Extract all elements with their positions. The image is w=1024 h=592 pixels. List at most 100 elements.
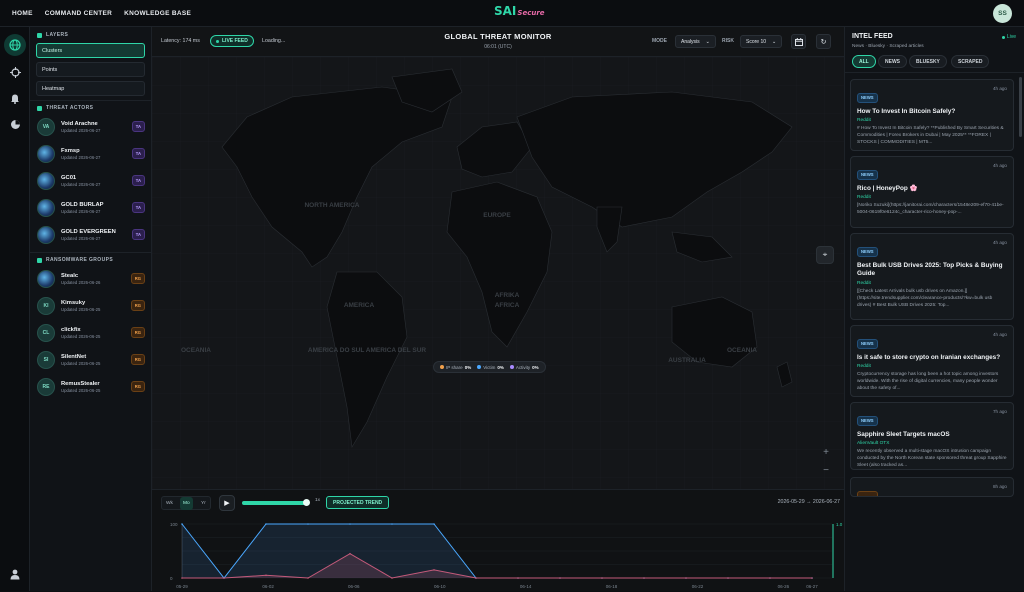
projected-trend-button[interactable]: PROJECTED TREND bbox=[326, 496, 390, 509]
card-body: We recently observed a multi-stage macOS… bbox=[857, 449, 1007, 469]
top-bar: HOME COMMAND CENTER KNOWLEDGE BASE SAISe… bbox=[0, 0, 1024, 27]
timeline-panel: Wk Mo Yr ▶ 1x PROJECTED TREND 2026-05-29… bbox=[152, 489, 844, 591]
nav-knowledge-base[interactable]: KNOWLEDGE BASE bbox=[124, 10, 191, 17]
feed-card[interactable]: NEWS 8h ago bbox=[850, 477, 1014, 497]
item-text: GOLD EVERGREEN Updated 2026-06-27 bbox=[61, 229, 132, 241]
slider-handle[interactable] bbox=[303, 499, 310, 506]
filter-all[interactable]: ALL bbox=[852, 55, 876, 68]
legend-label: Activity bbox=[515, 364, 531, 370]
layers-icon bbox=[37, 32, 42, 38]
mode-select[interactable]: Analysis ⌄ bbox=[675, 35, 716, 48]
layer-points[interactable]: Points bbox=[36, 62, 145, 77]
threat-actor-item[interactable]: Fxmsp Updated 2026-06-27 TA bbox=[30, 140, 151, 167]
y-tick-label: 0 bbox=[170, 576, 173, 581]
activity-chart[interactable]: 100 005-29 06-02 06-06 06-10 06-14 06-18 06-22 0… bbox=[152, 514, 844, 592]
feed-card[interactable]: NEWS 4h ago Rico | HoneyPop 🌸 Reddit [Noriko… bbox=[850, 156, 1014, 228]
map-label-afrika: AFRIKA bbox=[495, 292, 520, 299]
item-updated: Updated 2026-06-27 bbox=[61, 154, 101, 160]
ransomware-group-item[interactable]: Stealc Updated 2026-06-26 RG bbox=[30, 265, 151, 292]
period-week[interactable]: Wk bbox=[163, 497, 176, 510]
calendar-button[interactable] bbox=[791, 34, 806, 49]
x-tick-label: 06-06 bbox=[348, 584, 360, 589]
threat-actor-item[interactable]: GOLD BURLAP Updated 2026-06-27 TA bbox=[30, 194, 151, 221]
period-month[interactable]: Mo bbox=[180, 497, 193, 510]
data-point bbox=[811, 577, 813, 579]
crosshair-icon[interactable] bbox=[8, 65, 22, 79]
threat-actor-item[interactable]: GC01 Updated 2026-06-27 TA bbox=[30, 167, 151, 194]
data-point bbox=[769, 577, 771, 579]
item-updated: Updated 2026-06-26 bbox=[61, 279, 101, 285]
mode-label: MODE bbox=[652, 38, 667, 44]
ransomware-group-item[interactable]: SI SilentNet Updated 2026-06-25 RG bbox=[30, 346, 151, 373]
item-updated: Updated 2026-06-27 bbox=[61, 127, 101, 133]
data-point bbox=[265, 574, 267, 577]
filter-bluesky[interactable]: BLUESKY bbox=[909, 55, 947, 68]
filter-news[interactable]: NEWS bbox=[878, 55, 907, 68]
divider bbox=[30, 100, 151, 101]
card-source: Reddit bbox=[857, 195, 871, 201]
feed-title: INTEL FEED bbox=[852, 33, 893, 40]
threat-actor-item[interactable]: GOLD EVERGREEN Updated 2026-06-27 TA bbox=[30, 221, 151, 248]
item-updated: Updated 2026-06-27 bbox=[61, 235, 101, 241]
ransomware-group-item[interactable]: KI Kimsuky Updated 2026-06-25 RG bbox=[30, 292, 151, 319]
refresh-button[interactable]: ↻ bbox=[816, 34, 831, 49]
zoom-in-button[interactable]: + bbox=[819, 447, 833, 461]
period-year[interactable]: Yr bbox=[198, 497, 209, 510]
feed-card[interactable]: NEWS 4h ago How To Invest In Bitcoin Safel… bbox=[850, 79, 1014, 151]
ransomware-group-item[interactable]: CL clickfix Updated 2026-06-25 RG bbox=[30, 319, 151, 346]
item-name: GOLD BURLAP bbox=[61, 201, 104, 208]
nav-home[interactable]: HOME bbox=[12, 10, 33, 17]
filter-scraped[interactable]: SCRAPED bbox=[951, 55, 990, 68]
item-tag: TA bbox=[131, 121, 145, 132]
layer-clusters[interactable]: Clusters bbox=[36, 43, 145, 58]
card-time: 4h ago bbox=[992, 332, 1007, 337]
data-point bbox=[517, 577, 519, 579]
chart-pie-icon[interactable] bbox=[8, 117, 22, 131]
feed-card[interactable]: NEWS 4h ago Is it safe to store crypto on … bbox=[850, 325, 1014, 397]
data-point bbox=[307, 577, 309, 579]
item-name: Kimsuky bbox=[61, 299, 86, 306]
data-point bbox=[391, 577, 393, 579]
layer-heatmap[interactable]: Heatmap bbox=[36, 81, 145, 96]
news-badge: NEWS bbox=[857, 415, 878, 426]
timeline-slider[interactable] bbox=[242, 501, 306, 505]
legend-value: 0% bbox=[464, 364, 472, 370]
user-avatar[interactable]: SS bbox=[993, 4, 1012, 23]
nav-command-center[interactable]: COMMAND CENTER bbox=[45, 10, 112, 17]
left-panel: LAYERS Clusters Points Heatmap THREAT AC… bbox=[30, 27, 152, 591]
zoom-out-button[interactable]: − bbox=[819, 465, 833, 479]
legend-dot-icon bbox=[440, 365, 444, 370]
layers-header: LAYERS bbox=[30, 32, 151, 38]
feed-scrollbar[interactable] bbox=[1019, 77, 1022, 137]
world-map[interactable]: NORTH AMERICA EUROPE AFRIKA AFRICA AMERI… bbox=[152, 57, 844, 489]
globe-icon[interactable] bbox=[4, 34, 26, 56]
ransomware-list: Stealc Updated 2026-06-26 RG KI Kimsuky Updat… bbox=[30, 265, 151, 400]
app-logo[interactable]: SAISecure bbox=[494, 4, 545, 18]
data-point bbox=[349, 523, 351, 525]
x-tick-label: 05-29 bbox=[176, 584, 188, 589]
item-tag: RG bbox=[130, 327, 145, 338]
item-updated: Updated 2026-06-27 bbox=[61, 181, 101, 187]
feed-live-label: Live bbox=[1006, 34, 1016, 40]
bell-icon[interactable] bbox=[8, 91, 22, 105]
data-point bbox=[475, 577, 477, 579]
recenter-button[interactable]: ⌖ bbox=[816, 246, 834, 264]
card-source: Reddit bbox=[857, 118, 871, 124]
threat-actors-title: THREAT ACTORS bbox=[46, 105, 94, 111]
feed-card[interactable]: NEWS 7h ago Sapphire Sleet Targets macOS Al… bbox=[850, 402, 1014, 470]
data-point bbox=[181, 523, 183, 525]
risk-select[interactable]: Score 10 ⌄ bbox=[740, 35, 783, 48]
card-title: Is it safe to store crypto on Iranian ex… bbox=[857, 354, 1001, 361]
play-button[interactable]: ▶ bbox=[219, 495, 235, 511]
ransomware-group-item[interactable]: RE RemusStealer Updated 2026-06-25 RG bbox=[30, 373, 151, 400]
avatar: CL bbox=[37, 323, 55, 342]
item-name: Fxmsp bbox=[61, 147, 80, 154]
avatar: RE bbox=[37, 377, 55, 396]
feed-card[interactable]: NEWS 4h ago Best Bulk USB Drives 2025: Top… bbox=[850, 233, 1014, 320]
item-name: GC01 bbox=[61, 174, 77, 181]
user-icon[interactable] bbox=[8, 567, 22, 581]
threat-actor-item[interactable]: VA Void Arachne Updated 2026-06-27 TA bbox=[30, 113, 151, 140]
risk-value: Score 10 bbox=[746, 38, 767, 45]
refresh-icon: ↻ bbox=[820, 38, 827, 46]
item-text: Void Arachne Updated 2026-06-27 bbox=[61, 121, 132, 133]
